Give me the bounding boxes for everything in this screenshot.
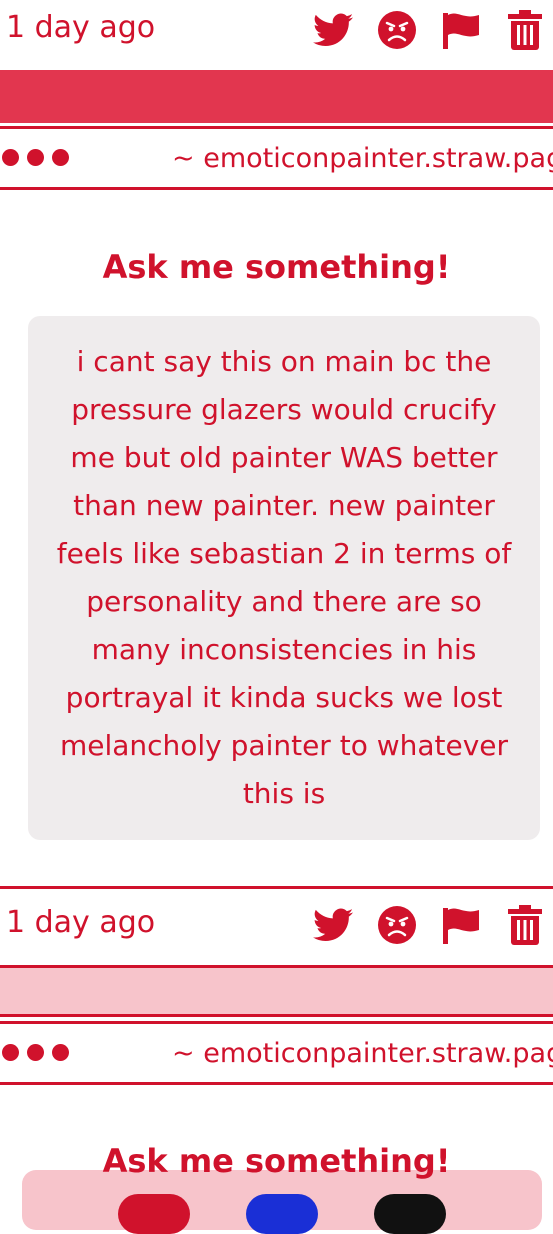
post-actions	[313, 10, 545, 50]
post-meta-row: 1 day ago	[0, 0, 553, 60]
post-timestamp: 1 day ago	[6, 10, 156, 45]
divider	[0, 886, 553, 889]
question-card: i cant say this on main bc the pressure …	[28, 316, 540, 840]
trash-icon[interactable]	[505, 905, 545, 945]
angry-face-icon[interactable]	[377, 905, 417, 945]
color-bar	[0, 965, 553, 1017]
dot-icon	[52, 149, 69, 166]
angry-face-icon[interactable]	[377, 10, 417, 50]
post-actions	[313, 905, 545, 945]
post-timestamp: 1 day ago	[6, 905, 156, 940]
flag-icon[interactable]	[441, 10, 481, 50]
dot-icon	[2, 1044, 19, 1061]
red-button[interactable]	[118, 1194, 190, 1234]
address-bar: ~ emoticonpainter.straw.page	[0, 1021, 553, 1085]
black-button[interactable]	[374, 1194, 446, 1234]
twitter-icon[interactable]	[313, 10, 353, 50]
twitter-icon[interactable]	[313, 905, 353, 945]
address-bar: ~ emoticonpainter.straw.page	[0, 126, 553, 190]
flag-icon[interactable]	[441, 905, 481, 945]
dot-icon	[27, 1044, 44, 1061]
color-bar	[0, 70, 553, 123]
ask-heading: Ask me something!	[102, 248, 451, 286]
window-dots	[2, 149, 69, 166]
ask-heading: Ask me something!	[102, 1142, 451, 1180]
dot-icon	[52, 1044, 69, 1061]
site-url[interactable]: ~ emoticonpainter.straw.page	[172, 1038, 553, 1069]
post-meta-row: 1 day ago	[0, 895, 553, 955]
dot-icon	[2, 149, 19, 166]
trash-icon[interactable]	[505, 10, 545, 50]
dot-icon	[27, 149, 44, 166]
site-url[interactable]: ~ emoticonpainter.straw.page	[172, 143, 553, 174]
question-text: i cant say this on main bc the pressure …	[56, 345, 512, 810]
blue-button[interactable]	[246, 1194, 318, 1234]
window-dots	[2, 1044, 69, 1061]
